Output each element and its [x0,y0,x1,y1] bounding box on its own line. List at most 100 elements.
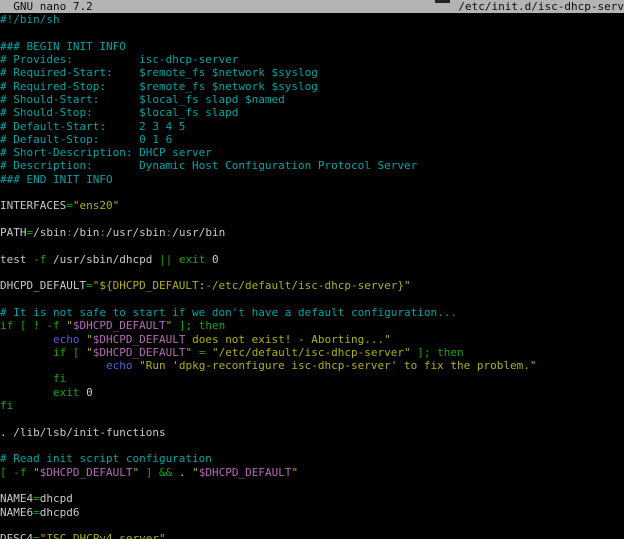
editor-line: # Provides: isc-dhcp-server [0,53,624,66]
code-segment: NAME4 [0,492,33,505]
code-segment: = [33,532,40,539]
screen-artifact-notch [435,0,450,3]
editor-line [0,439,624,452]
editor-line: DESC4="ISC DHCPv4 server" [0,532,624,539]
editor-line: PATH=/sbin:/bin:/usr/sbin:/usr/bin [0,226,624,239]
code-segment: # Description: Dynamic Host Configuratio… [0,159,417,172]
code-segment: fi [0,399,13,412]
code-segment: # Default-Stop: 0 1 6 [0,133,172,146]
editor-line: ### BEGIN INIT INFO [0,40,624,53]
editor-line: if [ "$DHCPD_DEFAULT" = "/etc/default/is… [0,346,624,359]
code-segment: " [66,319,73,332]
editor-line: # Required-Start: $remote_fs $network $s… [0,66,624,79]
nano-filename: /etc/init.d/isc-dhcp-serv [458,0,624,13]
code-segment: : [99,226,106,239]
code-segment: /sbin [33,226,66,239]
nano-version-label: GNU nano 7.2 [0,0,93,13]
code-segment [0,372,53,385]
code-segment: $DHCPD_DEFAULT [199,466,292,479]
code-segment: = [33,492,40,505]
code-segment: $DHCPD_DEFAULT [73,319,166,332]
editor-line [0,213,624,226]
code-segment: #!/bin/sh [0,13,60,26]
code-segment: # Read init script configuration [0,452,212,465]
code-segment: "${DHCPD_DEFAULT [93,279,199,292]
code-segment: 0 [79,386,92,399]
code-segment: $DHCPD_DEFAULT [40,466,133,479]
editor-line: fi [0,399,624,412]
code-segment [0,386,53,399]
code-segment: . [172,466,192,479]
code-segment: echo [53,333,80,346]
code-segment: /usr/bin [172,226,225,239]
code-segment [205,346,212,359]
editor-line: # Description: Dynamic Host Configuratio… [0,159,624,172]
code-segment: # Should-Start: $local_fs slapd $named [0,93,285,106]
editor-line: #!/bin/sh [0,13,624,26]
editor-line [0,239,624,252]
code-segment: " [86,346,93,359]
code-segment: "ISC DHCPv4 server" [40,532,166,539]
editor-line: exit 0 [0,386,624,399]
editor-line: # Read init script configuration [0,452,624,465]
code-segment: 0 [205,253,218,266]
code-segment: ] && [146,466,173,479]
code-segment: "/etc/default/isc-dhcp-server" [212,346,411,359]
editor-line [0,26,624,39]
code-segment: ]; then [179,319,225,332]
code-segment: "Run 'dpkg-reconfigure isc-dhcp-server' … [139,359,536,372]
code-segment: dhcpd6 [40,506,80,519]
editor-line: # Default-Stop: 0 1 6 [0,133,624,146]
code-segment: exit [53,386,80,399]
editor-line: # Short-Description: DHCP server [0,146,624,159]
editor-line: INTERFACES="ens20" [0,199,624,212]
code-segment: # Required-Start: $remote_fs $network $s… [0,66,318,79]
code-segment: || exit [159,253,205,266]
code-segment: # It is not safe to start if we don't ha… [0,306,457,319]
code-segment: # Default-Start: 2 3 4 5 [0,120,185,133]
editor-line [0,479,624,492]
code-segment: " [291,466,298,479]
code-segment: does not exist! - Aborting..." [185,333,390,346]
editor-line [0,293,624,306]
code-segment [192,346,199,359]
editor-line [0,186,624,199]
code-segment: = [33,506,40,519]
editor-line: fi [0,372,624,385]
code-segment: test [0,253,33,266]
editor-line: NAME4=dhcpd [0,492,624,505]
editor-line [0,519,624,532]
code-segment: if [ [53,346,80,359]
code-segment [0,346,53,359]
code-segment: = [86,279,93,292]
code-segment: ]; then [417,346,463,359]
editor-line: # Required-Stop: $remote_fs $network $sy… [0,80,624,93]
code-segment: " [192,466,199,479]
editor-line: echo "$DHCPD_DEFAULT does not exist! - A… [0,333,624,346]
code-segment [0,359,106,372]
code-segment: # Short-Description: DHCP server [0,146,212,159]
editor-line [0,266,624,279]
editor-line: # Should-Start: $local_fs slapd $named [0,93,624,106]
editor-line: echo "Run 'dpkg-reconfigure isc-dhcp-ser… [0,359,624,372]
code-segment: NAME6 [0,506,33,519]
code-segment: /usr/sbin [106,226,166,239]
code-segment: dhcpd [40,492,73,505]
code-segment: # Provides: isc-dhcp-server [0,53,238,66]
code-segment: ### END INIT INFO [0,173,113,186]
code-segment: # Required-Stop: $remote_fs $network $sy… [0,80,318,93]
editor-area[interactable]: #!/bin/sh ### BEGIN INIT INFO# Provides: … [0,13,624,539]
code-segment: . /lib/lsb/init-functions [0,426,166,439]
code-segment [139,466,146,479]
code-segment: ### BEGIN INIT INFO [0,40,126,53]
editor-line: [ -f "$DHCPD_DEFAULT" ] && . "$DHCPD_DEF… [0,466,624,479]
terminal-window: GNU nano 7.2 /etc/init.d/isc-dhcp-serv #… [0,0,624,539]
code-segment: /usr/sbin/dhcpd [46,253,159,266]
code-segment: [ -f [0,466,27,479]
code-segment: $DHCPD_DEFAULT [93,346,186,359]
code-segment: PATH [0,226,27,239]
code-segment: $DHCPD_DEFAULT [93,333,186,346]
editor-line: # It is not safe to start if we don't ha… [0,306,624,319]
code-segment [0,333,53,346]
code-segment: "ens20" [73,199,119,212]
